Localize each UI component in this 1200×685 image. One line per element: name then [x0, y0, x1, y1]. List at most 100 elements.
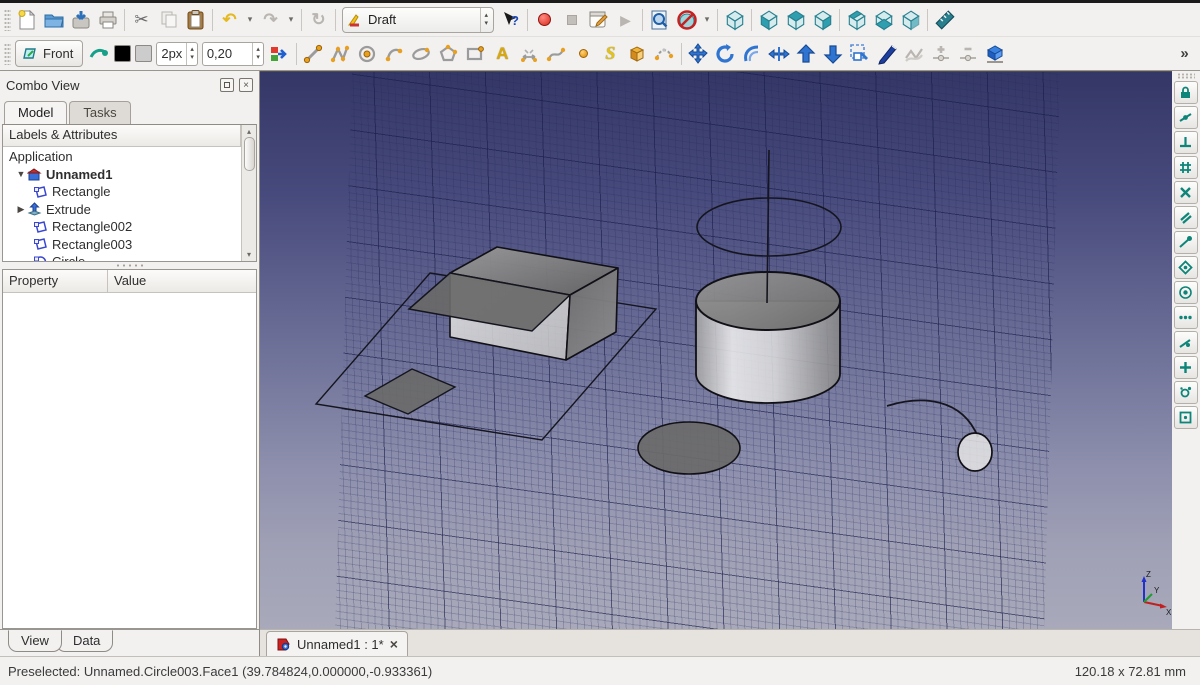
document-tab[interactable]: Unnamed1 : 1* ×	[266, 631, 408, 656]
close-panel-button[interactable]: ×	[239, 78, 253, 92]
scrollbar-thumb[interactable]	[243, 137, 255, 171]
rear-view-button[interactable]	[843, 6, 870, 34]
draft-text-button[interactable]: A	[489, 40, 516, 68]
value-column-header[interactable]: Value	[108, 270, 256, 292]
preselected-circle[interactable]	[957, 432, 993, 472]
left-view-button[interactable]	[897, 6, 924, 34]
tree-item-application[interactable]: Application	[3, 148, 256, 166]
cut-button[interactable]: ✂	[128, 6, 155, 34]
toggle-construction-mode-button[interactable]	[85, 40, 112, 68]
draft-move-button[interactable]	[685, 40, 712, 68]
snap-angle-button[interactable]	[1173, 256, 1198, 279]
tab-tasks[interactable]: Tasks	[69, 101, 131, 124]
snap-intersection-button[interactable]	[1173, 181, 1198, 204]
draft-facebinder-button[interactable]	[624, 40, 651, 68]
snap-center-button[interactable]	[1173, 281, 1198, 304]
draft-bspline-button[interactable]	[543, 40, 570, 68]
tab-view[interactable]: View	[8, 630, 62, 652]
undo-button[interactable]: ↶	[216, 6, 243, 34]
face-color-swatch[interactable]	[135, 45, 153, 62]
draft-ellipse-button[interactable]	[408, 40, 435, 68]
refresh-button[interactable]: ↻	[305, 6, 332, 34]
3d-viewport[interactable]: Z Y X	[260, 71, 1172, 629]
draft-add-point-button[interactable]	[928, 40, 955, 68]
spinner-arrows[interactable]: ▴ ▾	[186, 42, 197, 65]
cylinder[interactable]	[695, 271, 841, 404]
print-button[interactable]	[94, 6, 121, 34]
draft-shapestring-button[interactable]: S	[597, 40, 624, 68]
draft-point-button[interactable]	[570, 40, 597, 68]
apply-style-button[interactable]	[266, 40, 293, 68]
draft-rectangle-button[interactable]	[462, 40, 489, 68]
close-tab-icon[interactable]: ×	[390, 637, 398, 651]
toolbar-overflow-button[interactable]: »	[1171, 40, 1198, 68]
snap-perpendicular-button[interactable]	[1173, 131, 1198, 154]
font-size-spinbox[interactable]: 0,20 ▴ ▾	[201, 41, 264, 66]
toolbar-drag-handle[interactable]	[4, 42, 11, 65]
toolbar-drag-handle[interactable]	[4, 8, 11, 31]
draft-dimension-button[interactable]	[516, 40, 543, 68]
measure-distance-button[interactable]	[931, 6, 958, 34]
tree-scrollbar[interactable]: ▴ ▾	[241, 125, 256, 261]
save-document-button[interactable]	[67, 6, 94, 34]
copy-button[interactable]	[155, 6, 182, 34]
tree-item-rectangle002[interactable]: Rectangle002	[3, 218, 256, 236]
whats-this-button[interactable]: ?	[497, 6, 524, 34]
draft-circle-button[interactable]	[354, 40, 381, 68]
draft-line-button[interactable]	[300, 40, 327, 68]
snap-lock-button[interactable]	[1173, 81, 1198, 104]
line-color-swatch[interactable]	[114, 45, 132, 62]
scroll-up-icon[interactable]: ▴	[247, 125, 251, 136]
fit-all-button[interactable]	[646, 6, 673, 34]
paste-button[interactable]	[182, 6, 209, 34]
macro-play-button[interactable]: ▶	[612, 6, 639, 34]
draft-rotate-button[interactable]	[712, 40, 739, 68]
draft-arc-button[interactable]	[381, 40, 408, 68]
small-rectangle[interactable]	[363, 368, 457, 415]
arc-curve[interactable]	[886, 399, 979, 438]
macro-record-button[interactable]	[531, 6, 558, 34]
tree-item-circle[interactable]: Circle	[3, 253, 256, 261]
open-document-button[interactable]	[40, 6, 67, 34]
draft-downgrade-button[interactable]	[820, 40, 847, 68]
tab-model[interactable]: Model	[4, 101, 68, 124]
snap-midpoint-button[interactable]	[1173, 106, 1198, 129]
undo-dropdown-button[interactable]: ▾	[243, 6, 257, 34]
snap-working-plane-button[interactable]	[1173, 406, 1198, 429]
draft-edit-button[interactable]	[874, 40, 901, 68]
top-view-button[interactable]	[782, 6, 809, 34]
draw-style-dropdown-button[interactable]: ▾	[700, 6, 714, 34]
snap-ortho-button[interactable]	[1173, 356, 1198, 379]
draw-style-button[interactable]	[673, 6, 700, 34]
front-view-button[interactable]	[755, 6, 782, 34]
expander-closed-icon[interactable]: ▶	[15, 204, 27, 215]
draft-wire-button[interactable]	[327, 40, 354, 68]
tree-item-document[interactable]: ▼ Unnamed1	[3, 166, 256, 184]
draft-delete-point-button[interactable]	[955, 40, 982, 68]
tree-item-extrude[interactable]: ▶ Extrude	[3, 201, 256, 219]
snap-grid-button[interactable]	[1173, 156, 1198, 179]
snap-near-button[interactable]	[1173, 331, 1198, 354]
macro-edit-button[interactable]	[585, 6, 612, 34]
spinner-arrows[interactable]: ▴ ▾	[252, 42, 263, 65]
line-width-spinbox[interactable]: 2px ▴ ▾	[156, 41, 198, 66]
axonometric-view-button[interactable]	[721, 6, 748, 34]
draft-bezier-button[interactable]	[651, 40, 678, 68]
workbench-selector[interactable]: Draft ▴ ▾	[342, 6, 494, 33]
select-plane-button[interactable]: Front	[15, 40, 84, 67]
property-table-body[interactable]	[3, 293, 256, 628]
filled-circle[interactable]	[637, 421, 741, 475]
snap-special-button[interactable]	[1173, 381, 1198, 404]
tree-column-header[interactable]: Labels & Attributes	[3, 125, 241, 147]
right-view-button[interactable]	[809, 6, 836, 34]
draft-wire-to-bspline-button[interactable]	[901, 40, 928, 68]
draft-scale-button[interactable]	[847, 40, 874, 68]
draft-offset-button[interactable]	[739, 40, 766, 68]
draft-upgrade-button[interactable]	[793, 40, 820, 68]
panel-splitter[interactable]	[0, 262, 259, 269]
bottom-view-button[interactable]	[870, 6, 897, 34]
tab-data[interactable]: Data	[55, 630, 114, 652]
draft-polygon-button[interactable]	[435, 40, 462, 68]
snap-extension-button[interactable]	[1173, 306, 1198, 329]
draft-trimex-button[interactable]	[766, 40, 793, 68]
